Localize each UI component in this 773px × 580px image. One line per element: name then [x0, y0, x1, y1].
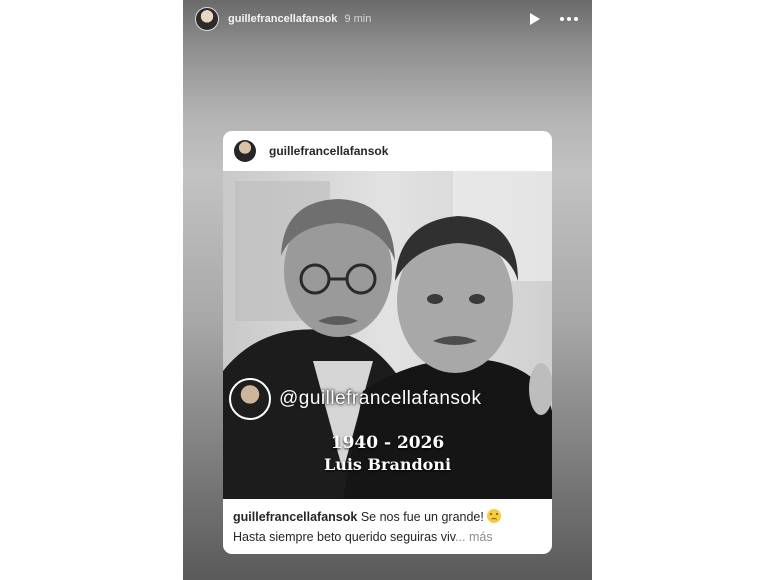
story-header: guillefrancellafansok 9 min	[195, 6, 578, 32]
sad-face-emoji	[487, 509, 502, 523]
caption-ellipsis: ...	[455, 530, 466, 544]
watermark-avatar	[229, 378, 271, 420]
watermark-handle: @guillefrancellafansok	[279, 388, 482, 409]
post-caption: guillefrancellafansok Se nos fue un gran…	[233, 507, 544, 547]
post-header: guillefrancellafansok	[223, 131, 552, 171]
more-horizontal-icon[interactable]	[560, 17, 578, 21]
post-username[interactable]: guillefrancellafansok	[269, 144, 388, 158]
post-avatar[interactable]	[234, 140, 256, 162]
caption-line2: Hasta siempre beto querido seguiras viv	[233, 530, 456, 544]
post-photo: @guillefrancellafansok 1940 - 2026 Luis …	[223, 171, 552, 499]
shared-post-card[interactable]: guillefrancellafansok @guillefrancellafa…	[223, 131, 552, 554]
play-icon[interactable]	[530, 13, 540, 25]
watermark: @guillefrancellafansok	[229, 378, 481, 420]
tribute-name: Luis Brandoni	[323, 455, 452, 474]
caption-text: Se nos fue un grande!	[360, 510, 484, 524]
story-avatar[interactable]	[195, 7, 219, 31]
caption-username[interactable]: guillefrancellafansok	[233, 510, 357, 524]
story-username[interactable]: guillefrancellafansok	[228, 13, 337, 25]
story-viewer: guillefrancellafansok 9 min guillefrance…	[183, 0, 592, 580]
more-link[interactable]: más	[469, 530, 493, 544]
tribute-years: 1940 - 2026	[330, 433, 445, 453]
story-time: 9 min	[344, 13, 372, 25]
